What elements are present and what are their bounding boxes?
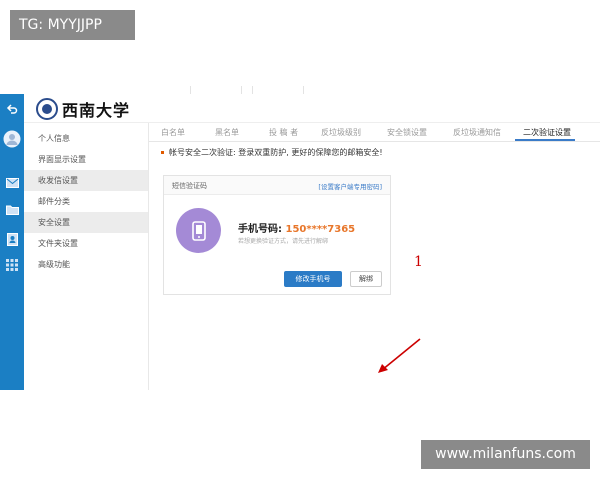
annotation-number: 1 bbox=[414, 254, 423, 270]
bullet-icon bbox=[161, 151, 164, 154]
sidebar-item-send-receive-settings[interactable]: 收发信设置 bbox=[24, 170, 148, 191]
annotation-arrow-icon bbox=[378, 338, 421, 373]
contacts-icon[interactable] bbox=[0, 228, 24, 250]
unbind-hint: 若想更换验证方式，请先进行解绑 bbox=[238, 238, 329, 245]
mail-icon[interactable] bbox=[0, 172, 24, 194]
tab-two-step-verification[interactable]: 二次验证设置 bbox=[523, 127, 571, 138]
avatar-icon[interactable] bbox=[0, 126, 24, 152]
tab-contributors[interactable]: 投 稿 者 bbox=[269, 127, 298, 138]
unbind-button[interactable]: 解绑 bbox=[350, 271, 382, 287]
settings-tabs: 白名单 黑名单 投 稿 者 反垃圾级别 安全锁设置 反垃圾通知信 二次验证设置 bbox=[149, 123, 600, 142]
icon-rail bbox=[0, 94, 24, 390]
tab-spam-notice[interactable]: 反垃圾通知信 bbox=[453, 127, 501, 138]
back-icon[interactable] bbox=[0, 98, 24, 120]
tab-whitelist[interactable]: 白名单 bbox=[161, 127, 185, 138]
sms-verification-card: 短信验证码 [设置客户端专用密码] 手机号码: 150****7365 若想更换… bbox=[163, 175, 391, 295]
phone-number-row: 手机号码: 150****7365 bbox=[238, 224, 356, 235]
watermark: www.milanfuns.com bbox=[421, 440, 590, 469]
card-title: 短信验证码 bbox=[172, 182, 207, 190]
phone-icon bbox=[176, 208, 221, 253]
sidebar-item-mail-categories[interactable]: 邮件分类 bbox=[24, 191, 148, 212]
settings-sidebar: 个人信息 界面显示设置 收发信设置 邮件分类 安全设置 文件夹设置 高级功能 bbox=[24, 123, 149, 390]
modify-phone-button[interactable]: 修改手机号 bbox=[284, 271, 342, 287]
sidebar-item-advanced[interactable]: 高级功能 bbox=[24, 254, 148, 275]
security-notice: 帐号安全二次验证: 登录双重防护, 更好的保障您的邮箱安全! bbox=[161, 147, 383, 158]
sidebar-item-personal-info[interactable]: 个人信息 bbox=[24, 128, 148, 149]
tab-spam-level[interactable]: 反垃圾级别 bbox=[321, 127, 361, 138]
university-seal-icon bbox=[36, 98, 58, 120]
client-password-link[interactable]: [设置客户端专用密码] bbox=[318, 181, 382, 191]
phone-number: 150****7365 bbox=[285, 224, 356, 235]
tab-security-lock[interactable]: 安全锁设置 bbox=[387, 127, 427, 138]
university-logo: 西南大学 bbox=[36, 97, 130, 121]
sidebar-item-display-settings[interactable]: 界面显示设置 bbox=[24, 149, 148, 170]
card-header: 短信验证码 [设置客户端专用密码] bbox=[164, 176, 390, 195]
sidebar-item-security-settings[interactable]: 安全设置 bbox=[24, 212, 148, 233]
logo-text: 西南大学 bbox=[62, 101, 131, 120]
header: 西南大学 bbox=[24, 94, 600, 123]
tg-badge: TG: MYYJJPP bbox=[10, 10, 135, 40]
folder-icon[interactable] bbox=[0, 198, 24, 220]
sidebar-item-folder-settings[interactable]: 文件夹设置 bbox=[24, 233, 148, 254]
active-tab-indicator bbox=[515, 139, 575, 141]
mail-settings-screenshot: 西南大学 个人信息 界面显示设置 收发信设置 邮件分类 安全设置 文件夹设置 高… bbox=[0, 94, 600, 390]
apps-grid-icon[interactable] bbox=[0, 254, 24, 276]
tab-blacklist[interactable]: 黑名单 bbox=[215, 127, 239, 138]
